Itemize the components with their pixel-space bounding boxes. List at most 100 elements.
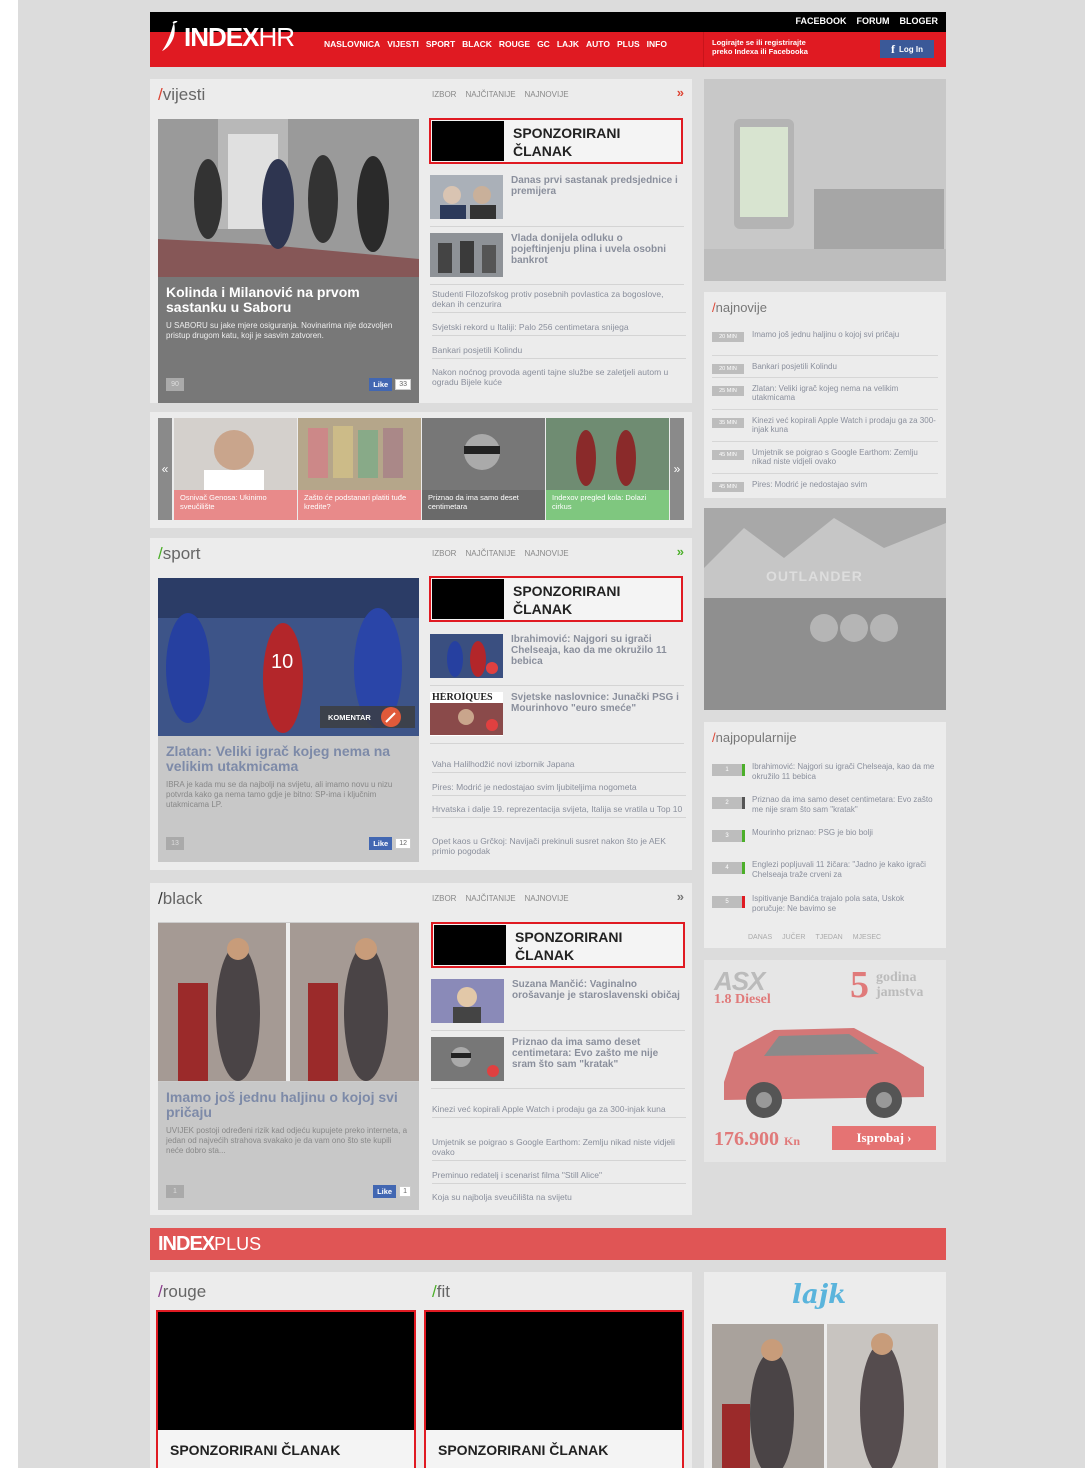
- tab-izbor[interactable]: IZBOR: [432, 894, 456, 903]
- carousel-next-button[interactable]: »: [670, 418, 684, 520]
- comment-count-icon[interactable]: 90: [166, 378, 184, 391]
- sport-more-link[interactable]: »: [677, 544, 684, 559]
- carousel-prev-button[interactable]: «: [158, 418, 172, 520]
- nav-info[interactable]: INFO: [647, 39, 667, 49]
- site-logo[interactable]: INDEXHR: [160, 15, 295, 59]
- tab-najnovije[interactable]: NAJNOVIJE: [525, 894, 569, 903]
- popular-item[interactable]: 2 Priznao da ima samo deset centimetara:…: [712, 795, 938, 825]
- nav-sport[interactable]: SPORT: [426, 39, 455, 49]
- popular-item[interactable]: 4 Englezi popljuvali 11 žičara: "Jadno j…: [712, 860, 938, 890]
- main-story-title[interactable]: Imamo još jednu haljinu o kojoj svi prič…: [166, 1090, 411, 1120]
- login-text-2[interactable]: preko Indexa ili Facebooka: [712, 47, 808, 56]
- fb-like-widget[interactable]: Like 12: [369, 837, 411, 850]
- popular-item[interactable]: 1 Ibrahimović: Najgori su igrači Chelsea…: [712, 762, 938, 792]
- top-link-forum[interactable]: FORUM: [856, 16, 889, 26]
- najnovije-heading[interactable]: /najnovije: [712, 300, 767, 315]
- login-text-1[interactable]: Logirajte se ili registrirajte: [712, 38, 808, 47]
- article-item[interactable]: HÉROÏQUES Svjetske naslovnice: Junački P…: [430, 688, 684, 744]
- najpopularnije-heading[interactable]: /najpopularnije: [712, 730, 797, 745]
- like-button[interactable]: Like: [369, 378, 393, 391]
- news-link[interactable]: Opet kaos u Grčkoj: Navijači prekinuli s…: [432, 836, 686, 859]
- ad-banner-top[interactable]: [704, 79, 946, 281]
- article-item[interactable]: Ibrahimović: Najgori su igrači Chelseaja…: [430, 630, 684, 686]
- sport-heading[interactable]: /sport: [158, 544, 201, 564]
- nav-naslovnica[interactable]: NASLOVNICA: [324, 39, 380, 49]
- vijesti-main-story[interactable]: Kolinda i Milanović na prvom sastanku u …: [158, 119, 419, 403]
- sponsored-article[interactable]: SPONZORIRANI ČLANAK: [431, 922, 685, 968]
- carousel-item[interactable]: Priznao da ima samo deset centimetara: [422, 418, 545, 520]
- news-link[interactable]: Studenti Filozofskog protiv posebnih pov…: [432, 289, 686, 313]
- article-item[interactable]: Priznao da ima samo deset centimetara: E…: [431, 1033, 685, 1089]
- news-link[interactable]: Pires: Modrić je nedostajao svim ljubite…: [432, 782, 686, 796]
- sponsored-article[interactable]: SPONZORIRANI ČLANAK: [156, 1310, 416, 1468]
- latest-news-item[interactable]: 45 MIN Pires: Modrić je nedostajao svim: [712, 480, 938, 494]
- tab-najcitanije[interactable]: NAJČITANIJE: [465, 90, 515, 99]
- tab-najnovije[interactable]: NAJNOVIJE: [525, 549, 569, 558]
- carousel-item[interactable]: Zašto će podstanari platiti tuđe kredite…: [298, 418, 421, 520]
- nav-vijesti[interactable]: VIJESTI: [387, 39, 419, 49]
- main-story-title[interactable]: Zlatan: Veliki igrač kojeg nema na velik…: [166, 744, 411, 774]
- latest-news-item[interactable]: 45 MIN Umjetnik se poigrao s Google Eart…: [712, 448, 938, 474]
- article-item[interactable]: Suzana Mančić: Vaginalno orošavanje je s…: [431, 975, 685, 1031]
- ad-banner-asx[interactable]: ASX 1.8 Diesel 5 godina jamstva 176.900 K…: [704, 960, 946, 1162]
- tab-danas[interactable]: DANAS: [748, 934, 772, 941]
- popular-item[interactable]: 3 Mourinho priznao: PSG je bio bolji: [712, 828, 938, 858]
- article-item[interactable]: Vlada donijela odluku o pojeftinjenju pl…: [430, 229, 684, 285]
- nav-plus[interactable]: PLUS: [617, 39, 640, 49]
- comment-count-icon[interactable]: 1: [166, 1185, 184, 1198]
- latest-news-item[interactable]: 20 MIN Bankari posjetili Kolindu: [712, 362, 938, 378]
- latest-news-item[interactable]: 20 MIN Imamo još jednu haljinu o kojoj s…: [712, 330, 938, 356]
- lajk-logo[interactable]: lajk: [792, 1280, 846, 1310]
- vijesti-more-link[interactable]: »: [677, 85, 684, 100]
- latest-news-item[interactable]: 25 MIN Zlatan: Veliki igrač kojeg nema n…: [712, 384, 938, 410]
- fb-like-widget[interactable]: Like 1: [373, 1185, 411, 1198]
- tab-izbor[interactable]: IZBOR: [432, 549, 456, 558]
- nav-lajk[interactable]: LAJK: [557, 39, 579, 49]
- tab-jucer[interactable]: JUČER: [782, 934, 805, 941]
- tab-najnovije[interactable]: NAJNOVIJE: [525, 90, 569, 99]
- index-plus-logo[interactable]: INDEXPLUS: [158, 1233, 261, 1256]
- lajk-photo[interactable]: [712, 1324, 938, 1468]
- comment-count-icon[interactable]: 13: [166, 837, 184, 850]
- sponsored-article[interactable]: SPONZORIRANI ČLANAK: [429, 118, 683, 164]
- article-item[interactable]: Danas prvi sastanak predsjednice i premi…: [430, 171, 684, 227]
- sport-main-story[interactable]: 10 KOMENTAR Zlatan: Veliki igrač kojeg n…: [158, 578, 419, 862]
- sponsored-article[interactable]: SPONZORIRANI ČLANAK: [429, 576, 683, 622]
- try-car-button[interactable]: Isprobaj ›: [832, 1126, 936, 1150]
- carousel-item[interactable]: Osnivač Genosa: Ukinimo sveučilište: [174, 418, 297, 520]
- tab-najcitanije[interactable]: NAJČITANIJE: [465, 894, 515, 903]
- news-link[interactable]: Vaha Halilhodžić novi izbornik Japana: [432, 759, 686, 773]
- like-button[interactable]: Like: [373, 1185, 397, 1198]
- ad-banner-outlander[interactable]: OUTLANDER: [704, 508, 946, 710]
- nav-rouge[interactable]: ROUGE: [499, 39, 530, 49]
- top-link-bloger[interactable]: BLOGER: [899, 16, 938, 26]
- comment-badge[interactable]: KOMENTAR: [320, 706, 415, 728]
- rouge-heading[interactable]: /rouge: [158, 1282, 206, 1302]
- vijesti-heading[interactable]: /vijesti: [158, 85, 205, 105]
- news-link[interactable]: Hrvatska i dalje 19. reprezentacija svij…: [432, 804, 686, 818]
- tab-najcitanije[interactable]: NAJČITANIJE: [465, 549, 515, 558]
- nav-auto[interactable]: AUTO: [586, 39, 610, 49]
- carousel-item[interactable]: Indexov pregled kola: Dolazi cirkus: [546, 418, 669, 520]
- main-story-title[interactable]: Kolinda i Milanović na prvom sastanku u …: [166, 285, 411, 315]
- tab-izbor[interactable]: IZBOR: [432, 90, 456, 99]
- news-link[interactable]: Umjetnik se poigrao s Google Earthom: Ze…: [432, 1137, 686, 1161]
- black-main-story[interactable]: Imamo još jednu haljinu o kojoj svi prič…: [158, 922, 419, 1210]
- nav-black[interactable]: BLACK: [462, 39, 492, 49]
- top-link-facebook[interactable]: FACEBOOK: [795, 16, 846, 26]
- tab-mjesec[interactable]: MJESEC: [853, 934, 881, 941]
- like-button[interactable]: Like: [369, 837, 393, 850]
- news-link[interactable]: Kinezi već kopirali Apple Watch i prodaj…: [432, 1104, 686, 1118]
- tab-tjedan[interactable]: TJEDAN: [815, 934, 842, 941]
- news-link[interactable]: Nakon noćnog provoda agenti tajne službe…: [432, 367, 686, 390]
- news-link[interactable]: Koja su najbolja sveučilišta na svijetu: [432, 1192, 686, 1205]
- black-more-link[interactable]: »: [677, 889, 684, 904]
- popular-item[interactable]: 5 Ispitivanje Bandića trajalo pola sata,…: [712, 894, 938, 924]
- black-heading[interactable]: /black: [158, 889, 202, 909]
- facebook-login-button[interactable]: f Log In: [880, 40, 934, 58]
- news-link[interactable]: Preminuo redatelj i scenarist filma "Sti…: [432, 1170, 686, 1184]
- fb-like-widget[interactable]: Like 33: [369, 378, 411, 391]
- news-link[interactable]: Bankari posjetili Kolindu: [432, 345, 686, 359]
- nav-gc[interactable]: GC: [537, 39, 550, 49]
- fit-heading[interactable]: /fit: [432, 1282, 450, 1302]
